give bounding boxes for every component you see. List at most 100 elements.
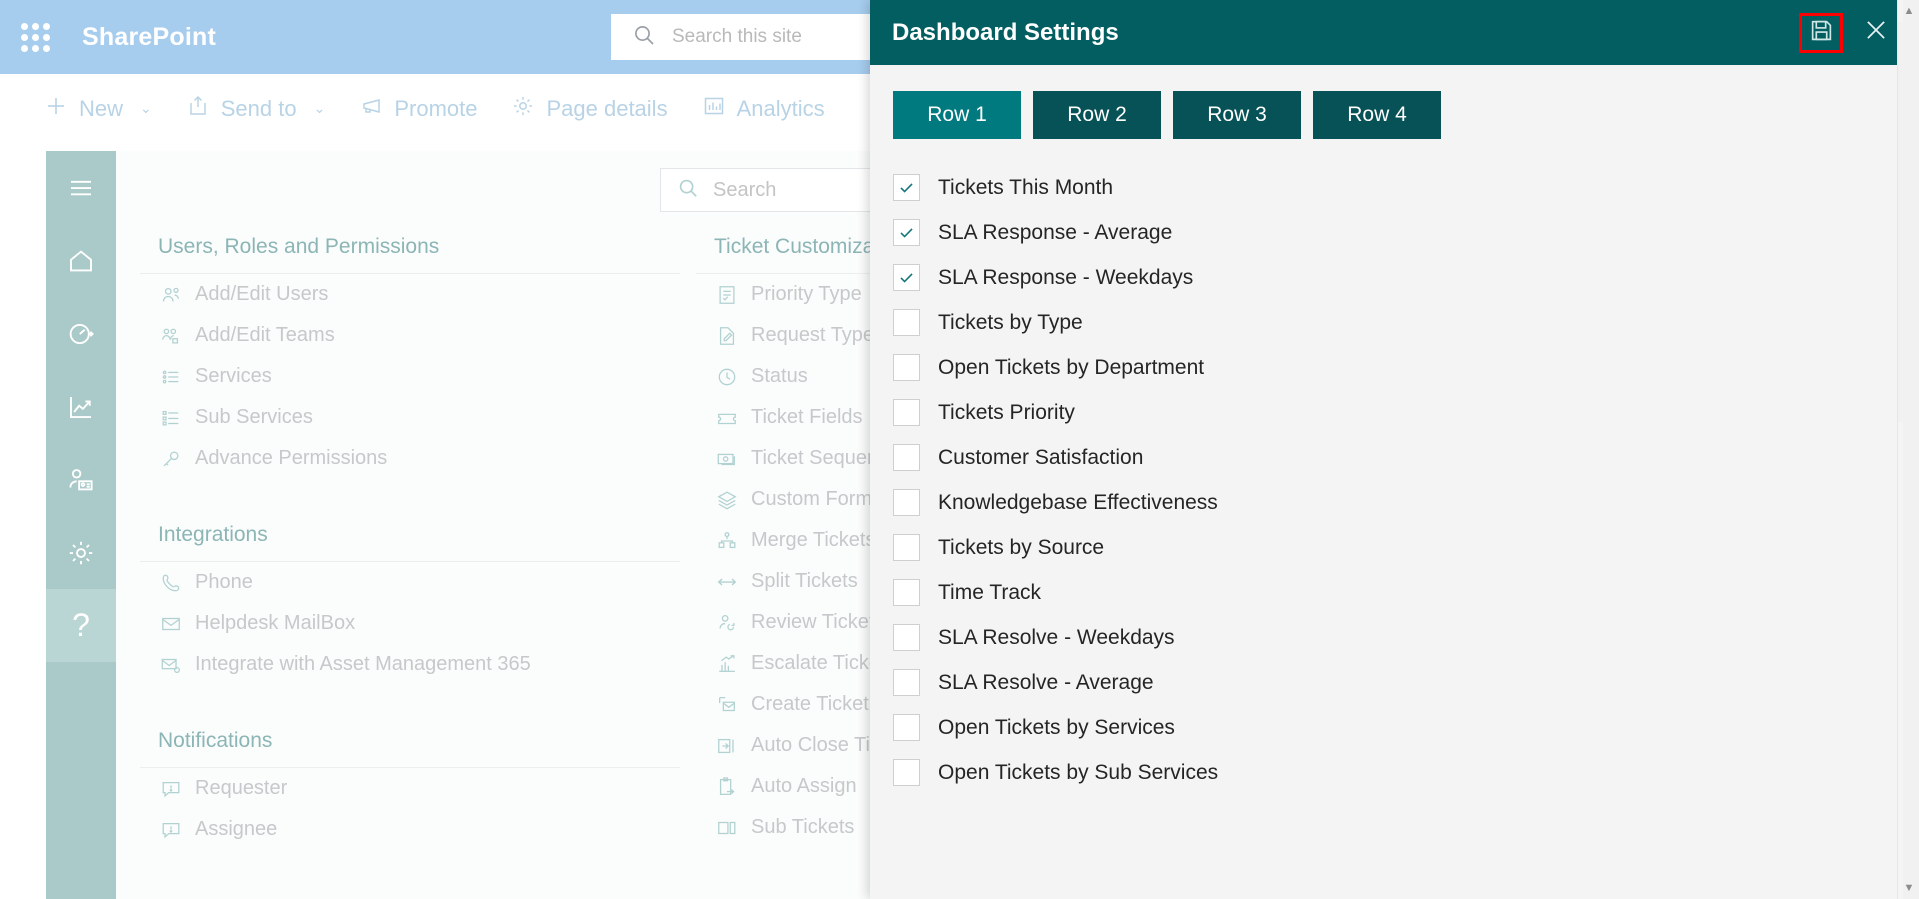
- checkbox[interactable]: [893, 579, 920, 606]
- bar-chart-icon: [702, 94, 726, 124]
- checkbox-row-time-track[interactable]: Time Track: [893, 570, 1919, 615]
- list-item-integrate-asset-management-365[interactable]: Integrate with Asset Management 365: [140, 644, 680, 685]
- checkbox[interactable]: [893, 399, 920, 426]
- list-item-assignee[interactable]: Assignee: [140, 809, 680, 850]
- page-details-label: Page details: [546, 95, 668, 121]
- list-item-sub-services[interactable]: Sub Services: [140, 397, 680, 438]
- list-item-label: Services: [195, 365, 272, 387]
- checkbox[interactable]: [893, 714, 920, 741]
- tab-row-3[interactable]: Row 3: [1173, 91, 1301, 139]
- checkbox-row-sla-response-weekdays[interactable]: SLA Response - Weekdays: [893, 255, 1919, 300]
- save-button[interactable]: [1799, 12, 1843, 53]
- checkbox[interactable]: [893, 264, 920, 291]
- scrollbar-thumb[interactable]: [1898, 22, 1919, 422]
- list-item-label: Status: [751, 365, 808, 387]
- checkbox-label: Open Tickets by Services: [938, 715, 1175, 739]
- checkbox[interactable]: [893, 354, 920, 381]
- analytics-button[interactable]: Analytics: [702, 94, 825, 124]
- checkbox[interactable]: [893, 444, 920, 471]
- list-item-add-edit-users[interactable]: Add/Edit Users: [140, 274, 680, 315]
- merge-icon: [716, 530, 738, 552]
- save-icon: [1809, 18, 1834, 48]
- checkbox-row-tickets-priority[interactable]: Tickets Priority: [893, 390, 1919, 435]
- checkbox-row-sla-response-average[interactable]: SLA Response - Average: [893, 210, 1919, 255]
- gauge-icon[interactable]: [46, 297, 116, 370]
- scroll-down-arrow-icon[interactable]: ▼: [1898, 877, 1919, 899]
- list-item-requester[interactable]: Requester: [140, 768, 680, 809]
- mail-icon: [160, 613, 182, 635]
- checkbox-row-open-tickets-by-services[interactable]: Open Tickets by Services: [893, 705, 1919, 750]
- clipboard-arrow-icon: [716, 776, 738, 798]
- checkbox[interactable]: [893, 309, 920, 336]
- checkbox-row-tickets-by-source[interactable]: Tickets by Source: [893, 525, 1919, 570]
- list-item-advance-permissions[interactable]: Advance Permissions: [140, 438, 680, 479]
- checkbox-row-customer-satisfaction[interactable]: Customer Satisfaction: [893, 435, 1919, 480]
- create-mail-icon: [716, 694, 738, 716]
- help-icon[interactable]: ?: [46, 589, 116, 662]
- sub-ticket-icon: [716, 817, 738, 839]
- checkbox-row-tickets-this-month[interactable]: Tickets This Month: [893, 165, 1919, 210]
- gear-icon[interactable]: [46, 516, 116, 589]
- sub-list-icon: [160, 407, 182, 429]
- list-item-label: Helpdesk MailBox: [195, 612, 356, 634]
- list-item-label: Sub Services: [195, 406, 313, 428]
- send-to-label: Send to: [220, 95, 297, 121]
- list-item-label: Requester: [195, 777, 288, 799]
- escalate-chart-icon: [716, 653, 738, 675]
- checkbox-row-open-tickets-by-sub-services[interactable]: Open Tickets by Sub Services: [893, 750, 1919, 795]
- key-icon: [160, 448, 182, 470]
- checkbox-row-tickets-by-type[interactable]: Tickets by Type: [893, 300, 1919, 345]
- checkbox-label: SLA Response - Weekdays: [938, 265, 1194, 289]
- list-item-label: Add/Edit Teams: [195, 324, 335, 346]
- card-title: Integrations: [140, 509, 680, 562]
- promote-button[interactable]: Promote: [359, 94, 477, 124]
- send-to-button[interactable]: Send to ⌄: [186, 94, 325, 124]
- list-item-helpdesk-mailbox[interactable]: Helpdesk MailBox: [140, 603, 680, 644]
- list-item-add-edit-teams[interactable]: Add/Edit Teams: [140, 315, 680, 356]
- list-item-label: Auto Assign: [751, 775, 857, 797]
- checkbox[interactable]: [893, 489, 920, 516]
- checkbox-row-knowledgebase-effectiveness[interactable]: Knowledgebase Effectiveness: [893, 480, 1919, 525]
- dashboard-settings-dialog: Dashboard Settings Row 1 Row 2 Row 3 Row…: [870, 0, 1919, 899]
- page-details-button[interactable]: Page details: [511, 94, 668, 124]
- list-item-label: Create Ticket: [751, 693, 869, 715]
- checkbox-row-sla-resolve-average[interactable]: SLA Resolve - Average: [893, 660, 1919, 705]
- phone-icon: [160, 572, 182, 594]
- checkbox-row-open-tickets-by-department[interactable]: Open Tickets by Department: [893, 345, 1919, 390]
- list-item-phone[interactable]: Phone: [140, 562, 680, 603]
- dialog-scrollbar[interactable]: ▲ ▼: [1897, 0, 1919, 899]
- tab-row-4[interactable]: Row 4: [1313, 91, 1441, 139]
- analytics-label: Analytics: [736, 95, 825, 121]
- new-label: New: [79, 95, 124, 121]
- trend-chart-icon[interactable]: [46, 370, 116, 443]
- new-button[interactable]: New ⌄: [44, 94, 152, 124]
- close-icon: [1863, 17, 1889, 48]
- checkbox-label: Tickets by Type: [938, 310, 1083, 334]
- share-icon: [186, 94, 210, 124]
- dialog-body: Row 1 Row 2 Row 3 Row 4 Tickets This Mon…: [870, 65, 1919, 899]
- home-icon[interactable]: [46, 224, 116, 297]
- checkbox-row-sla-resolve-weekdays[interactable]: SLA Resolve - Weekdays: [893, 615, 1919, 660]
- card-users-roles-permissions: Users, Roles and Permissions Add/Edit Us…: [140, 221, 680, 479]
- checkbox[interactable]: [893, 759, 920, 786]
- list-item-services[interactable]: Services: [140, 356, 680, 397]
- menu-icon[interactable]: [46, 151, 116, 224]
- checkbox[interactable]: [893, 624, 920, 651]
- checkbox[interactable]: [893, 219, 920, 246]
- checkbox[interactable]: [893, 534, 920, 561]
- close-button[interactable]: [1857, 14, 1895, 52]
- app-root: SharePoint New ⌄ Send to ⌄: [0, 0, 1919, 899]
- tab-row-2[interactable]: Row 2: [1033, 91, 1161, 139]
- checkbox[interactable]: [893, 669, 920, 696]
- tab-row-1[interactable]: Row 1: [893, 91, 1021, 139]
- app-launcher-icon[interactable]: [16, 18, 54, 56]
- dialog-header: Dashboard Settings: [870, 0, 1919, 65]
- user-card-icon[interactable]: [46, 443, 116, 516]
- promote-label: Promote: [394, 95, 478, 121]
- checkbox-label: Knowledgebase Effectiveness: [938, 490, 1218, 514]
- checkbox-label: Open Tickets by Department: [938, 355, 1205, 379]
- checkbox[interactable]: [893, 174, 920, 201]
- checkbox-label: Time Track: [938, 580, 1042, 604]
- comment-alert-icon: [160, 778, 182, 800]
- sharepoint-brand[interactable]: SharePoint: [82, 23, 216, 52]
